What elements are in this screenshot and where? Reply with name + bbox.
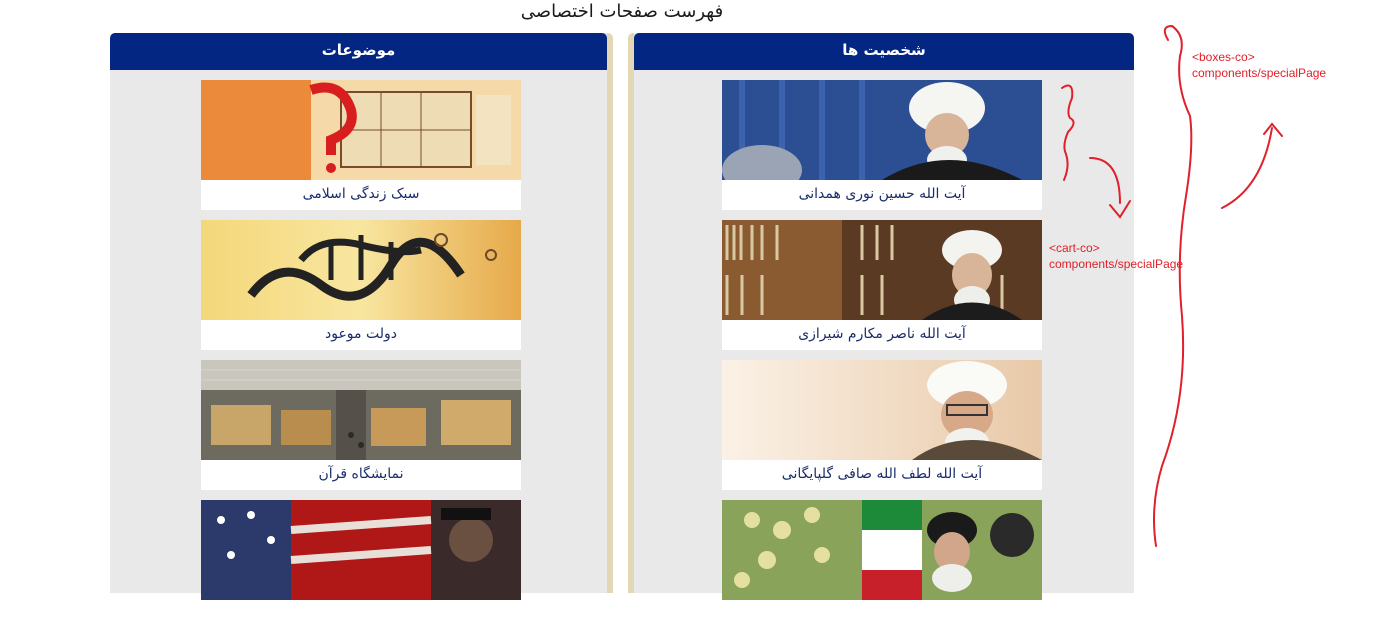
boxes-brace-stroke [1153,24,1193,547]
card-arrow-stroke [1089,157,1121,204]
boxes-annotation-tag: <boxes-co> [1192,50,1255,64]
boxes-annotation-path: components/specialPage [1192,66,1327,80]
card-annotation-tag: <cart-co> [1049,241,1100,255]
annotation-scribbles [1061,24,1283,547]
card-annotation: <cart-co> components/specialPage [1049,240,1183,272]
personality-card-label[interactable] [722,600,1042,630]
topic-card-label[interactable] [201,600,521,630]
card-annotation-path: components/specialPage [1049,257,1184,271]
boxes-arrowhead-stroke [1263,122,1283,137]
boxes-arrow-stroke [1221,127,1273,209]
boxes-annotation: <boxes-co> components/specialPage [1192,49,1326,81]
card-brace-stroke [1061,84,1075,181]
